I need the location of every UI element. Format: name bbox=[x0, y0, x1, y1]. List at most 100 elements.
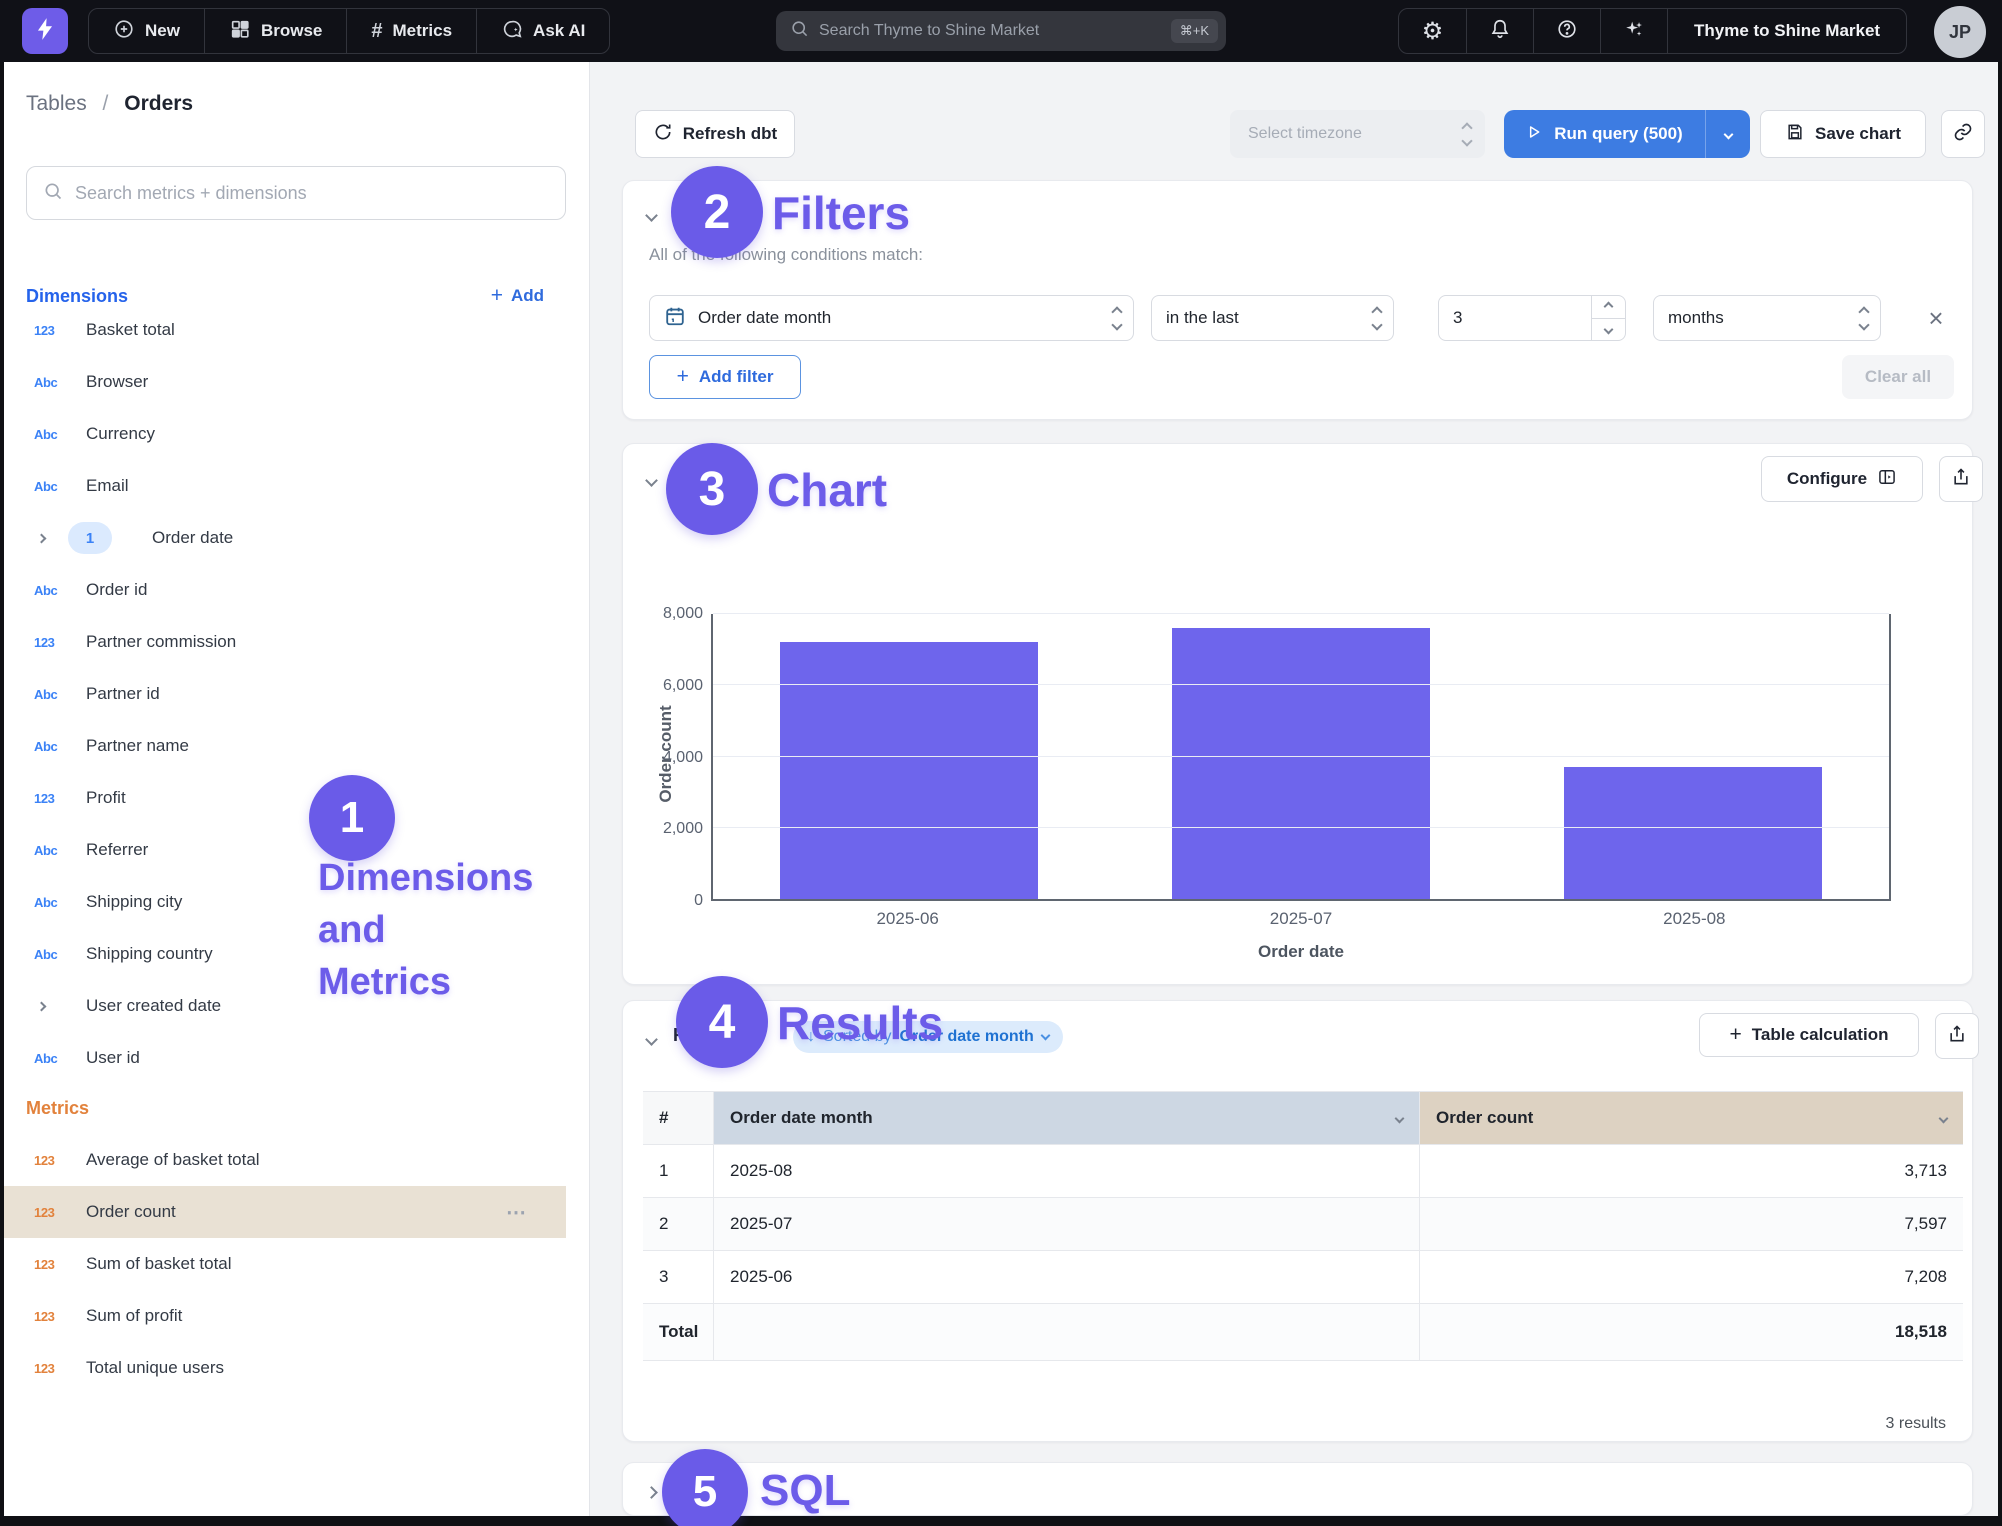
filter-field-select[interactable]: Order date month bbox=[649, 295, 1134, 341]
timezone-placeholder: Select timezone bbox=[1248, 125, 1362, 143]
dimension-item-partner-name[interactable]: AbcPartner name bbox=[4, 720, 566, 772]
number-type-icon: 123 bbox=[34, 1153, 55, 1168]
dimension-item-order-id[interactable]: AbcOrder id bbox=[4, 564, 566, 616]
stepper-down-button[interactable] bbox=[1592, 319, 1625, 341]
refresh-dbt-button[interactable]: Refresh dbt bbox=[635, 110, 795, 158]
results-collapse-button[interactable] bbox=[647, 1031, 656, 1049]
metrics-header: Metrics bbox=[26, 1098, 566, 1119]
export-results-button[interactable] bbox=[1935, 1013, 1979, 1059]
metric-item-sum-of-profit[interactable]: 123Sum of profit bbox=[4, 1290, 566, 1342]
y-tick-label: 8,000 bbox=[663, 605, 703, 623]
filter-value-field[interactable] bbox=[1439, 308, 1591, 328]
nav-metrics-button[interactable]: # Metrics bbox=[346, 9, 476, 53]
refresh-icon bbox=[653, 122, 673, 147]
nav-ask-ai-button[interactable]: Ask AI bbox=[476, 9, 609, 53]
string-type-icon: Abc bbox=[34, 583, 57, 598]
settings-button[interactable]: ⚙ bbox=[1399, 9, 1466, 53]
org-switcher[interactable]: Thyme to Shine Market bbox=[1667, 9, 1906, 53]
column-header-order-date-month[interactable]: Order date month bbox=[713, 1092, 1419, 1144]
column-header-order-count[interactable]: Order count bbox=[1419, 1092, 1963, 1144]
dimension-item-currency[interactable]: AbcCurrency bbox=[4, 408, 566, 460]
save-chart-button[interactable]: Save chart bbox=[1760, 110, 1926, 158]
global-search[interactable]: ⌘+K bbox=[776, 11, 1226, 51]
metric-item-order-count[interactable]: 123Order count⋯ bbox=[4, 1186, 566, 1238]
table-cell: 2025-06 bbox=[713, 1251, 1419, 1303]
run-query-button[interactable]: Run query (500) bbox=[1504, 110, 1706, 158]
sparkles-icon bbox=[1623, 18, 1645, 45]
export-chart-button[interactable] bbox=[1939, 456, 1983, 502]
help-button[interactable] bbox=[1533, 9, 1600, 53]
x-tick-label: 2025-08 bbox=[1498, 909, 1891, 929]
chevron-down-icon[interactable] bbox=[1939, 1113, 1949, 1123]
chevron-right-icon[interactable] bbox=[37, 1001, 47, 1011]
breadcrumb-tables-link[interactable]: Tables bbox=[26, 92, 87, 115]
filter-operator-select[interactable]: in the last bbox=[1151, 295, 1394, 341]
dimension-item-user-id[interactable]: AbcUser id bbox=[4, 1032, 566, 1084]
dimension-item-partner-commission[interactable]: 123Partner commission bbox=[4, 616, 566, 668]
table-cell: 2 bbox=[643, 1198, 713, 1250]
nav-browse-button[interactable]: Browse bbox=[204, 9, 346, 53]
table-row[interactable]: 22025-077,597 bbox=[643, 1198, 1963, 1251]
add-filter-button[interactable]: + Add filter bbox=[649, 355, 801, 399]
filter-unit-select[interactable]: months bbox=[1653, 295, 1881, 341]
field-label: Shipping city bbox=[86, 892, 182, 912]
gear-icon: ⚙ bbox=[1422, 17, 1444, 46]
column-header--: # bbox=[643, 1092, 713, 1144]
metric-item-average-of-basket-total[interactable]: 123 Average of basket total bbox=[4, 1134, 566, 1186]
chevron-right-icon[interactable] bbox=[37, 533, 47, 543]
results-table: #Order date monthOrder count12025-083,71… bbox=[643, 1091, 1963, 1361]
remove-filter-button[interactable]: × bbox=[1913, 295, 1959, 341]
bar-2025-07[interactable] bbox=[1172, 628, 1430, 899]
timezone-select[interactable]: Select timezone bbox=[1230, 110, 1485, 158]
dimension-item-profit[interactable]: 123Profit bbox=[4, 772, 566, 824]
field-label: Order count bbox=[86, 1202, 176, 1222]
table-row[interactable]: 32025-067,208 bbox=[643, 1251, 1963, 1304]
string-type-icon: Abc bbox=[34, 739, 57, 754]
link-icon bbox=[1953, 122, 1973, 147]
fields-search[interactable] bbox=[26, 166, 566, 220]
dimension-item-email[interactable]: AbcEmail bbox=[4, 460, 566, 512]
metric-item-sum-of-basket-total[interactable]: 123Sum of basket total bbox=[4, 1238, 566, 1290]
field-label: Partner commission bbox=[86, 632, 236, 652]
filters-collapse-button[interactable] bbox=[647, 207, 656, 225]
table-calculation-button[interactable]: + Table calculation bbox=[1699, 1013, 1919, 1057]
field-label: Referrer bbox=[86, 840, 148, 860]
y-tick-label: 6,000 bbox=[663, 677, 703, 695]
chart-collapse-button[interactable] bbox=[647, 472, 656, 490]
copy-link-button[interactable] bbox=[1941, 110, 1985, 158]
notifications-button[interactable] bbox=[1466, 9, 1533, 53]
table-total-row[interactable]: Total18,518 bbox=[643, 1304, 1963, 1361]
field-label: Profit bbox=[86, 788, 126, 808]
configure-chart-button[interactable]: Configure bbox=[1761, 456, 1923, 502]
bar-2025-06[interactable] bbox=[780, 642, 1038, 899]
dimension-item-browser[interactable]: AbcBrowser bbox=[4, 356, 566, 408]
dimension-item-partner-id[interactable]: AbcPartner id bbox=[4, 668, 566, 720]
run-query-dropdown-button[interactable] bbox=[1706, 110, 1750, 158]
user-avatar[interactable]: JP bbox=[1934, 6, 1986, 58]
field-menu-button[interactable]: ⋯ bbox=[506, 1200, 528, 1225]
dimension-item-order-date[interactable]: 1Order date bbox=[4, 512, 566, 564]
field-label: Average of basket total bbox=[86, 1150, 260, 1170]
field-label: Total unique users bbox=[86, 1358, 224, 1378]
annotation-2-circle: 2 bbox=[671, 166, 763, 258]
fields-search-input[interactable] bbox=[75, 183, 549, 204]
panel-icon bbox=[1877, 467, 1897, 492]
gridline bbox=[713, 613, 1889, 614]
dimension-item-basket-total[interactable]: 123Basket total bbox=[4, 304, 566, 356]
chevron-down-icon[interactable] bbox=[1395, 1113, 1405, 1123]
field-label: Order date bbox=[152, 528, 233, 548]
metric-item-total-unique-users[interactable]: 123Total unique users bbox=[4, 1342, 566, 1394]
gridline bbox=[713, 684, 1889, 685]
stepper-up-button[interactable] bbox=[1592, 296, 1625, 319]
bar-2025-08[interactable] bbox=[1564, 767, 1822, 899]
nav-new-button[interactable]: New bbox=[89, 9, 204, 53]
clear-all-filters-button[interactable]: Clear all bbox=[1842, 355, 1954, 399]
bar-slot bbox=[1105, 614, 1497, 899]
table-row[interactable]: 12025-083,713 bbox=[643, 1145, 1963, 1198]
org-name: Thyme to Shine Market bbox=[1694, 21, 1880, 41]
filter-unit-value: months bbox=[1668, 308, 1860, 328]
ai-sparkles-button[interactable] bbox=[1600, 9, 1667, 53]
app-logo[interactable] bbox=[22, 8, 68, 54]
sql-expand-button[interactable] bbox=[647, 1484, 656, 1502]
global-search-input[interactable] bbox=[819, 22, 1171, 40]
